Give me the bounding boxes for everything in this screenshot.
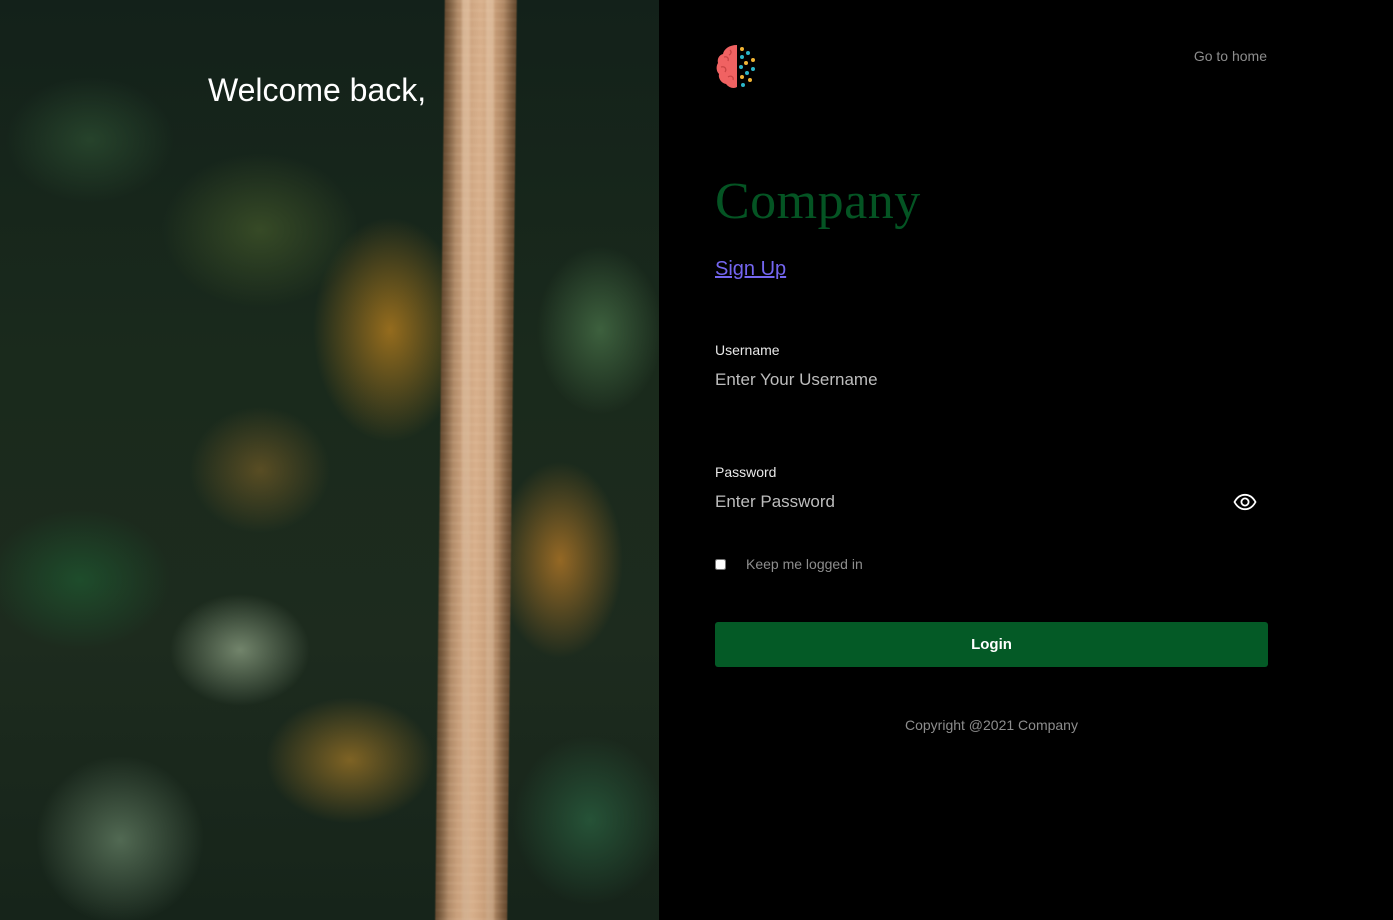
- go-to-home-link[interactable]: Go to home: [1194, 48, 1267, 64]
- keep-logged-in-label: Keep me logged in: [746, 556, 863, 572]
- password-input[interactable]: [715, 489, 1215, 515]
- remember-me-row: Keep me logged in: [715, 556, 863, 572]
- password-label: Password: [715, 464, 777, 480]
- username-label: Username: [715, 342, 780, 358]
- eye-icon[interactable]: [1233, 490, 1257, 514]
- company-name: Company: [715, 173, 921, 230]
- road-track: [462, 0, 470, 920]
- welcome-heading: Welcome back,: [208, 72, 427, 108]
- login-button[interactable]: Login: [715, 622, 1268, 667]
- sign-up-link[interactable]: Sign Up: [715, 258, 786, 281]
- hero-panel: Welcome back,: [0, 0, 659, 920]
- login-page: Welcome back, Go to home Company Sign Up…: [0, 0, 1393, 920]
- username-input[interactable]: [715, 367, 1215, 393]
- forest-road-image: [435, 0, 517, 920]
- login-panel: Go to home Company Sign Up Username Pass…: [659, 0, 1393, 920]
- brain-icon[interactable]: [715, 42, 763, 90]
- road-track: [486, 0, 494, 920]
- keep-logged-in-checkbox[interactable]: [715, 558, 726, 570]
- copyright-text: Copyright @2021 Company: [905, 717, 1078, 733]
